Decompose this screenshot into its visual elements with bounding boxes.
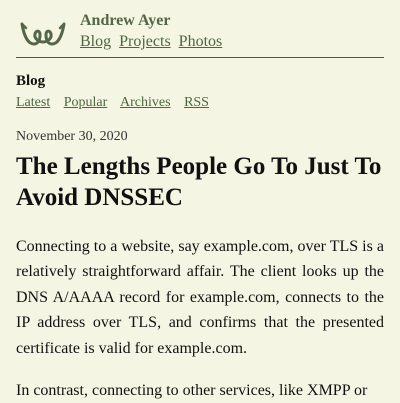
section-title: Blog: [16, 73, 46, 89]
horns-logo-icon[interactable]: [20, 18, 66, 48]
post-date: November 30, 2020: [16, 129, 128, 144]
blog-sub-nav: Latest Popular Archives RSS: [16, 95, 384, 111]
nav-link-photos[interactable]: Photos: [179, 33, 223, 50]
post-paragraph: Connecting to a website, say example.com…: [16, 238, 384, 357]
nav-link-blog[interactable]: Blog: [80, 33, 111, 50]
post-body: Connecting to a website, say example.com…: [16, 234, 384, 403]
sub-nav-latest[interactable]: Latest: [16, 95, 50, 110]
site-name[interactable]: Andrew Ayer: [80, 12, 171, 30]
post-paragraph: In contrast, connecting to other service…: [16, 382, 368, 400]
sub-nav-rss[interactable]: RSS: [184, 95, 209, 110]
site-header: Andrew Ayer Blog Projects Photos: [16, 0, 384, 58]
page: Andrew Ayer Blog Projects Photos Blog La…: [16, 0, 384, 403]
top-nav: Blog Projects Photos: [80, 33, 226, 51]
nav-link-projects[interactable]: Projects: [119, 33, 171, 50]
post-title: The Lengths People Go To Just To Avoid D…: [16, 153, 382, 211]
sub-nav-popular[interactable]: Popular: [64, 95, 108, 110]
sub-nav-archives[interactable]: Archives: [120, 95, 171, 110]
